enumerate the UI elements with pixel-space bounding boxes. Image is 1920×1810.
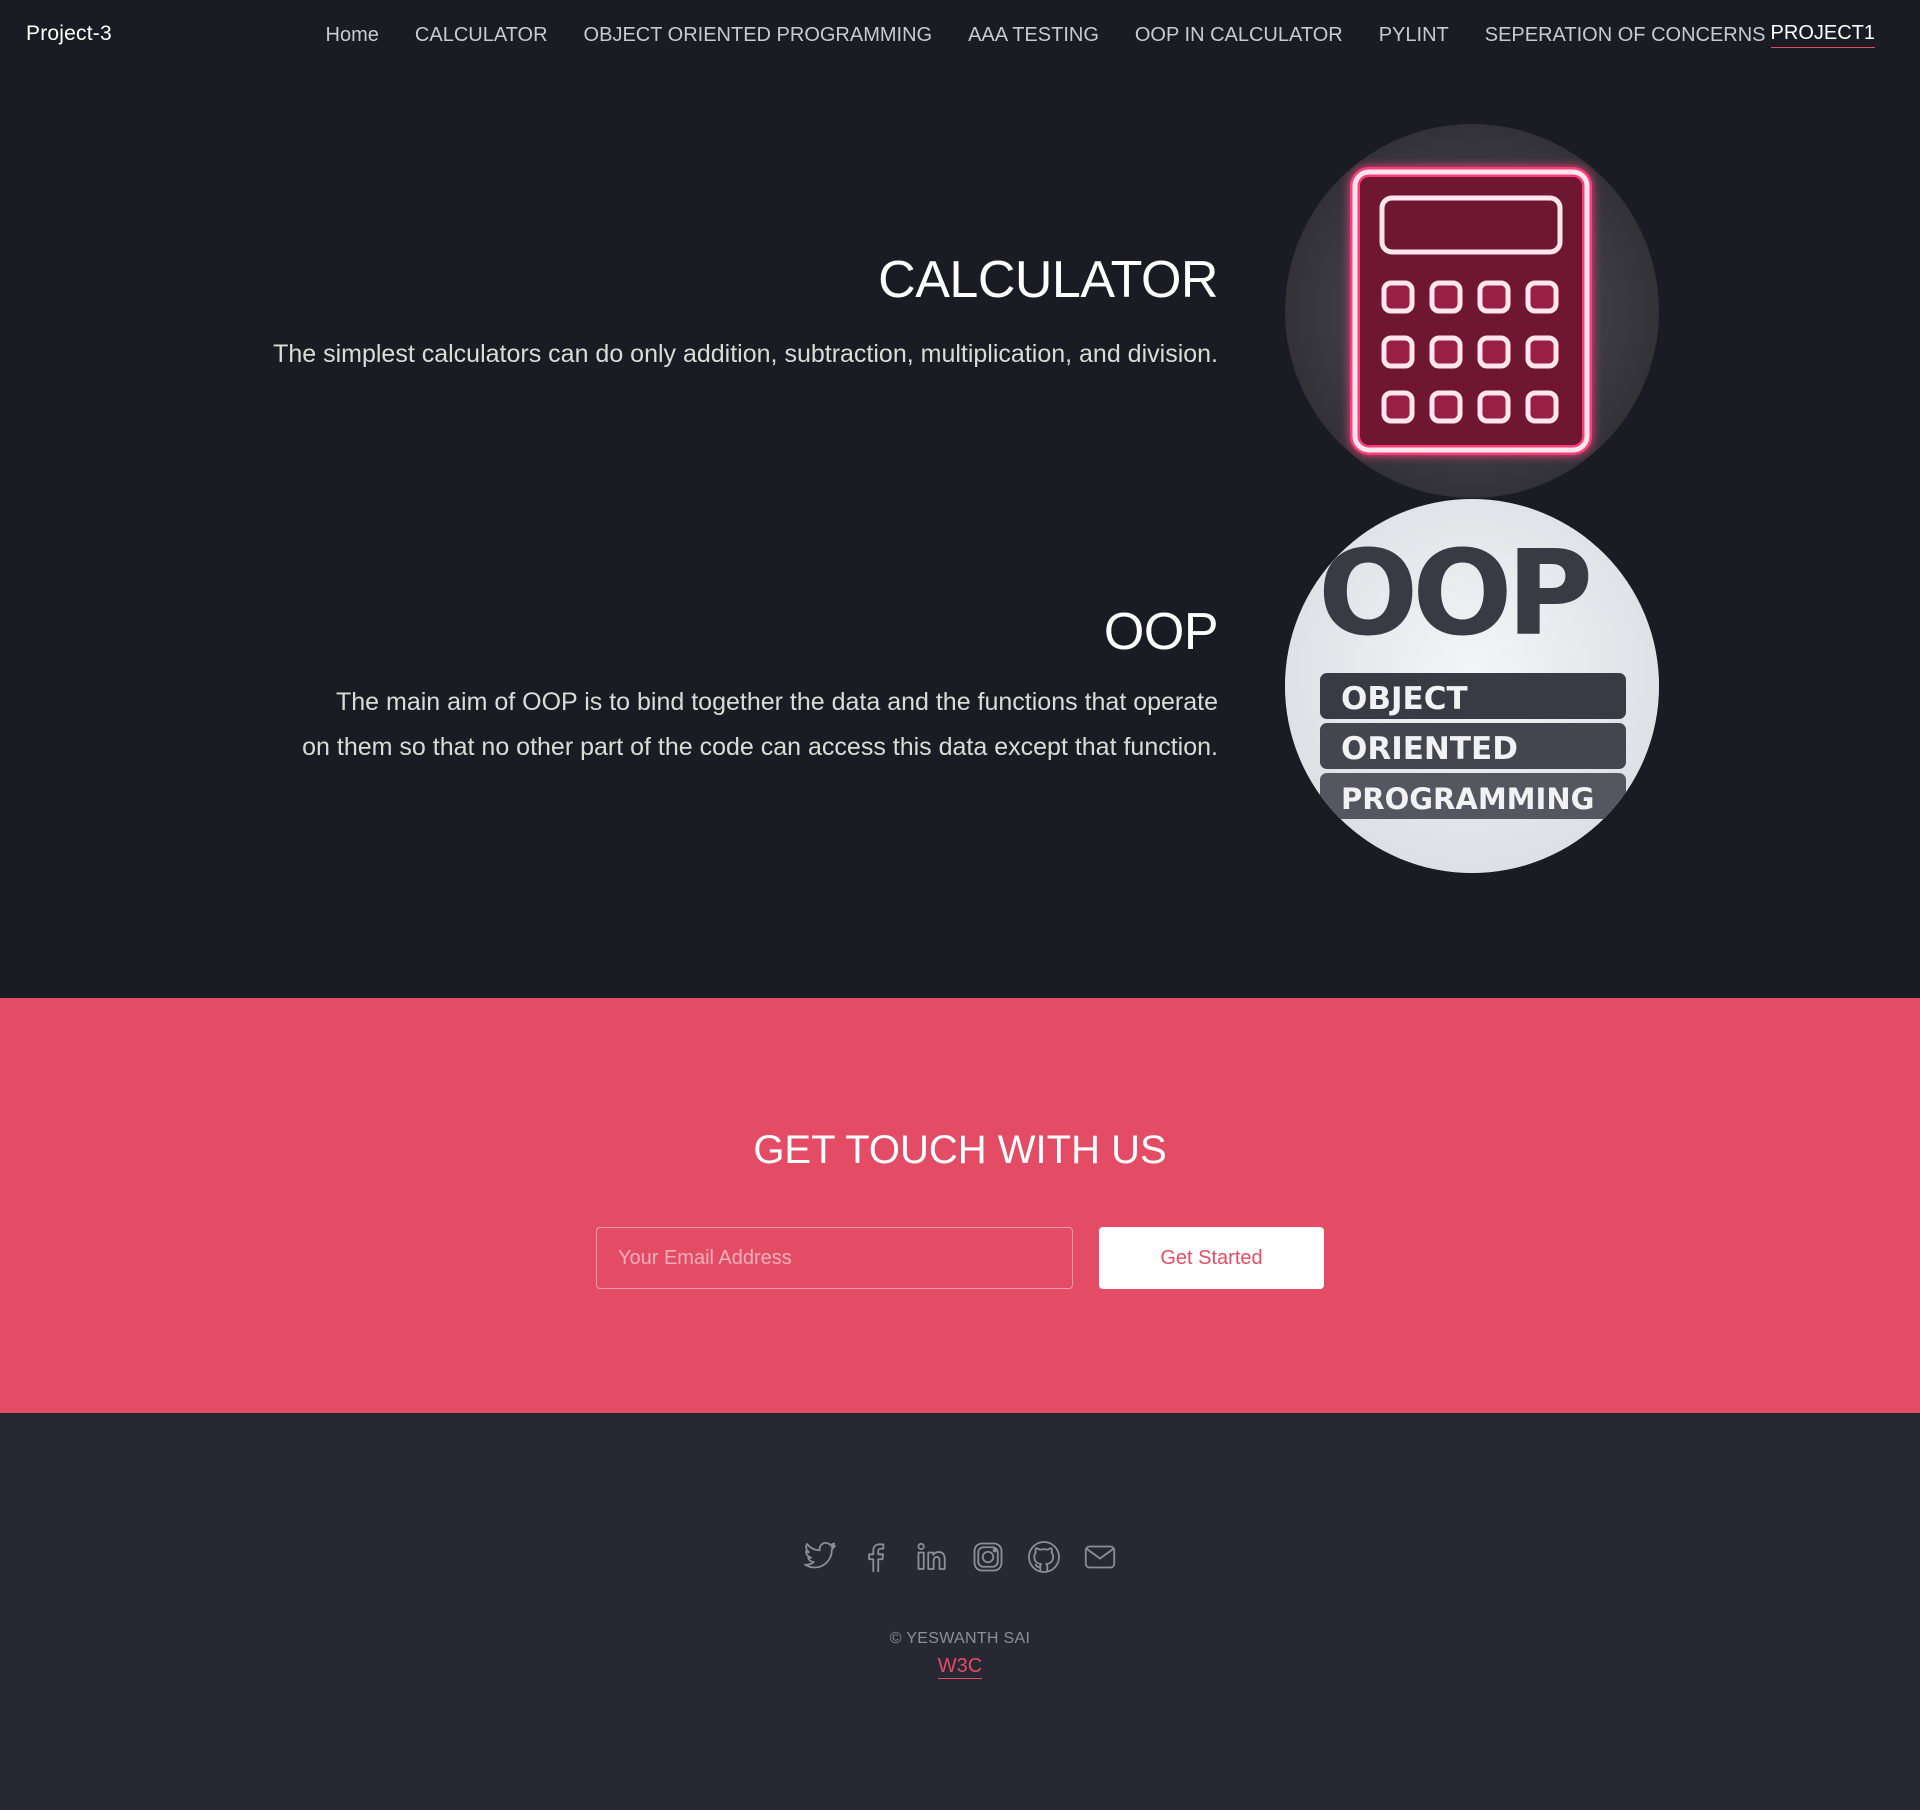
feature-description: The simplest calculators can do only add… <box>273 340 1218 368</box>
nav-link-pylint[interactable]: PYLINT <box>1379 24 1449 47</box>
oop-logo-graphic: OOP OBJECT ORIENTED PROGRAMMING <box>1285 499 1659 873</box>
nav-link-home[interactable]: Home <box>326 24 379 47</box>
github-icon[interactable] <box>1025 1538 1063 1576</box>
email-input[interactable] <box>596 1227 1073 1289</box>
feature-oop-text: OOP The main aim of OOP is to bind toget… <box>302 602 1218 770</box>
w3c-link[interactable]: W3C <box>937 1655 983 1679</box>
instagram-icon[interactable] <box>969 1538 1007 1576</box>
oop-row-programming: PROGRAMMING <box>1341 782 1594 816</box>
linkedin-icon[interactable] <box>913 1538 951 1576</box>
twitter-icon[interactable] <box>801 1538 839 1576</box>
oop-row-object: OBJECT <box>1341 681 1468 717</box>
feature-description-line-1: The main aim of OOP is to bind together … <box>335 688 1218 716</box>
feature-description-line-2: on them so that no other part of the cod… <box>302 733 1218 761</box>
oop-image: OOP OBJECT ORIENTED PROGRAMMING <box>1285 499 1659 873</box>
copyright-text: © YESWANTH SAI <box>889 1630 1031 1647</box>
w3c-link-wrapper: W3C <box>0 1655 1920 1679</box>
nav-link-calculator[interactable]: CALCULATOR <box>415 24 548 47</box>
feature-title: OOP <box>1103 603 1219 661</box>
site-brand[interactable]: Project-3 <box>26 22 112 46</box>
oop-row-oriented: ORIENTED <box>1341 731 1518 767</box>
nav-link-object-oriented-programming[interactable]: OBJECT ORIENTED PROGRAMMING <box>584 24 933 47</box>
facebook-icon[interactable] <box>857 1538 895 1576</box>
features-section: CALCULATOR The simplest calculators can … <box>0 72 1920 998</box>
cta-title: GET TOUCH WITH US <box>753 1128 1167 1172</box>
feature-title: CALCULATOR <box>878 251 1218 309</box>
nav-link-oop-in-calculator[interactable]: OOP IN CALCULATOR <box>1135 24 1343 47</box>
get-started-button[interactable]: Get Started <box>1099 1227 1324 1289</box>
nav-links: Home CALCULATOR OBJECT ORIENTED PROGRAMM… <box>326 22 1875 48</box>
social-links <box>0 1538 1920 1576</box>
contact-cta-section: GET TOUCH WITH US Get Started <box>0 998 1920 1413</box>
top-navbar: Project-3 Home CALCULATOR OBJECT ORIENTE… <box>0 0 1920 72</box>
oop-big-text: OOP <box>1318 524 1589 662</box>
site-footer: © YESWANTH SAI W3C <box>0 1413 1920 1810</box>
envelope-icon[interactable] <box>1081 1538 1119 1576</box>
calculator-image <box>1285 124 1659 498</box>
neon-calculator-icon <box>1285 124 1659 498</box>
nav-link-separation-of-concerns[interactable]: SEPERATION OF CONCERNS <box>1485 24 1766 47</box>
feature-calculator-text: CALCULATOR The simplest calculators can … <box>273 250 1218 377</box>
nav-link-aaa-testing[interactable]: AAA TESTING <box>968 24 1099 47</box>
nav-link-project1[interactable]: PROJECT1 <box>1770 22 1875 48</box>
